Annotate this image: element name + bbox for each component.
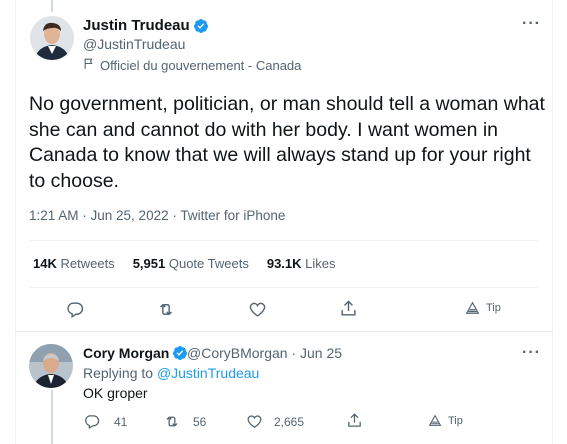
divider [29, 287, 538, 288]
reply-icon [65, 300, 84, 319]
retweets-stat[interactable]: 14K Retweets [33, 256, 115, 271]
share-button[interactable] [339, 299, 358, 318]
tweet-timestamp[interactable]: 1:21 AM · Jun 25, 2022 · Twitter for iPh… [29, 208, 285, 223]
author-handle[interactable]: @JustinTrudeau [83, 36, 185, 52]
reply-author-name-row[interactable]: Cory Morgan [83, 345, 188, 361]
quotes-stat[interactable]: 5,951 Quote Tweets [133, 256, 249, 271]
reply-icon [83, 413, 100, 430]
replying-to: Replying to @JustinTrudeau [83, 365, 259, 381]
verified-badge-icon [172, 345, 188, 361]
thread-line [51, 0, 53, 12]
reply-share-button[interactable] [346, 412, 363, 429]
thread-line [51, 390, 53, 444]
tweet-stats: 14K Retweets 5,951 Quote Tweets 93.1K Li… [33, 256, 336, 271]
quotes-count: 5,951 [132, 256, 166, 271]
likes-stat[interactable]: 93.1K Likes [267, 256, 336, 271]
tweet-text: No government, politician, or man should… [29, 93, 545, 192]
like-button[interactable] [248, 300, 267, 319]
tip-icon [428, 414, 442, 427]
author-name-row[interactable]: Justin Trudeau [83, 17, 209, 34]
more-horizontal-icon[interactable]: ··· [522, 344, 541, 362]
likes-label: Likes [305, 256, 336, 271]
heart-icon [246, 413, 263, 430]
retweet-button[interactable] [156, 300, 176, 319]
retweets-count: 14K [33, 256, 57, 271]
tip-label: Tip [448, 414, 463, 427]
reply-retweet-button[interactable]: 56 [163, 413, 206, 430]
tip-icon [465, 301, 480, 315]
reply-author-name[interactable]: Cory Morgan [83, 345, 169, 361]
like-count: 2,665 [274, 414, 305, 429]
reply-button[interactable] [65, 300, 84, 319]
divider [15, 331, 553, 332]
replying-to-link[interactable]: @JustinTrudeau [157, 365, 259, 381]
reply-reply-button[interactable]: 41 [83, 413, 127, 430]
retweet-icon [156, 300, 176, 319]
retweets-label: Retweets [60, 256, 115, 271]
reply-author-handle[interactable]: @CoryBMorgan · Jun 25 [187, 345, 342, 361]
share-icon [346, 412, 363, 429]
replying-prefix: Replying to [83, 365, 157, 381]
likes-count: 93.1K [266, 256, 302, 271]
retweet-icon [163, 413, 181, 430]
reply-like-button[interactable]: 2,665 [246, 413, 304, 430]
reply-author-avatar[interactable] [29, 344, 73, 388]
tip-label: Tip [486, 302, 501, 314]
reply-tip-button[interactable]: Tip [428, 414, 463, 427]
reply-text: OK groper [83, 385, 148, 401]
flag-icon [83, 57, 96, 73]
reply-count: 41 [114, 414, 128, 429]
author-name[interactable]: Justin Trudeau [83, 17, 190, 34]
verified-badge-icon [193, 18, 209, 34]
gov-label-text: Officiel du gouvernement - Canada [100, 57, 302, 73]
heart-icon [248, 300, 267, 319]
share-icon [339, 299, 358, 318]
quotes-label: Quote Tweets [168, 256, 249, 271]
author-avatar[interactable] [30, 16, 74, 60]
gov-label: Officiel du gouvernement - Canada [83, 57, 301, 73]
more-horizontal-icon[interactable]: ··· [522, 15, 541, 33]
tip-button[interactable]: Tip [465, 301, 501, 315]
retweet-count: 56 [193, 414, 207, 429]
divider [29, 240, 538, 241]
